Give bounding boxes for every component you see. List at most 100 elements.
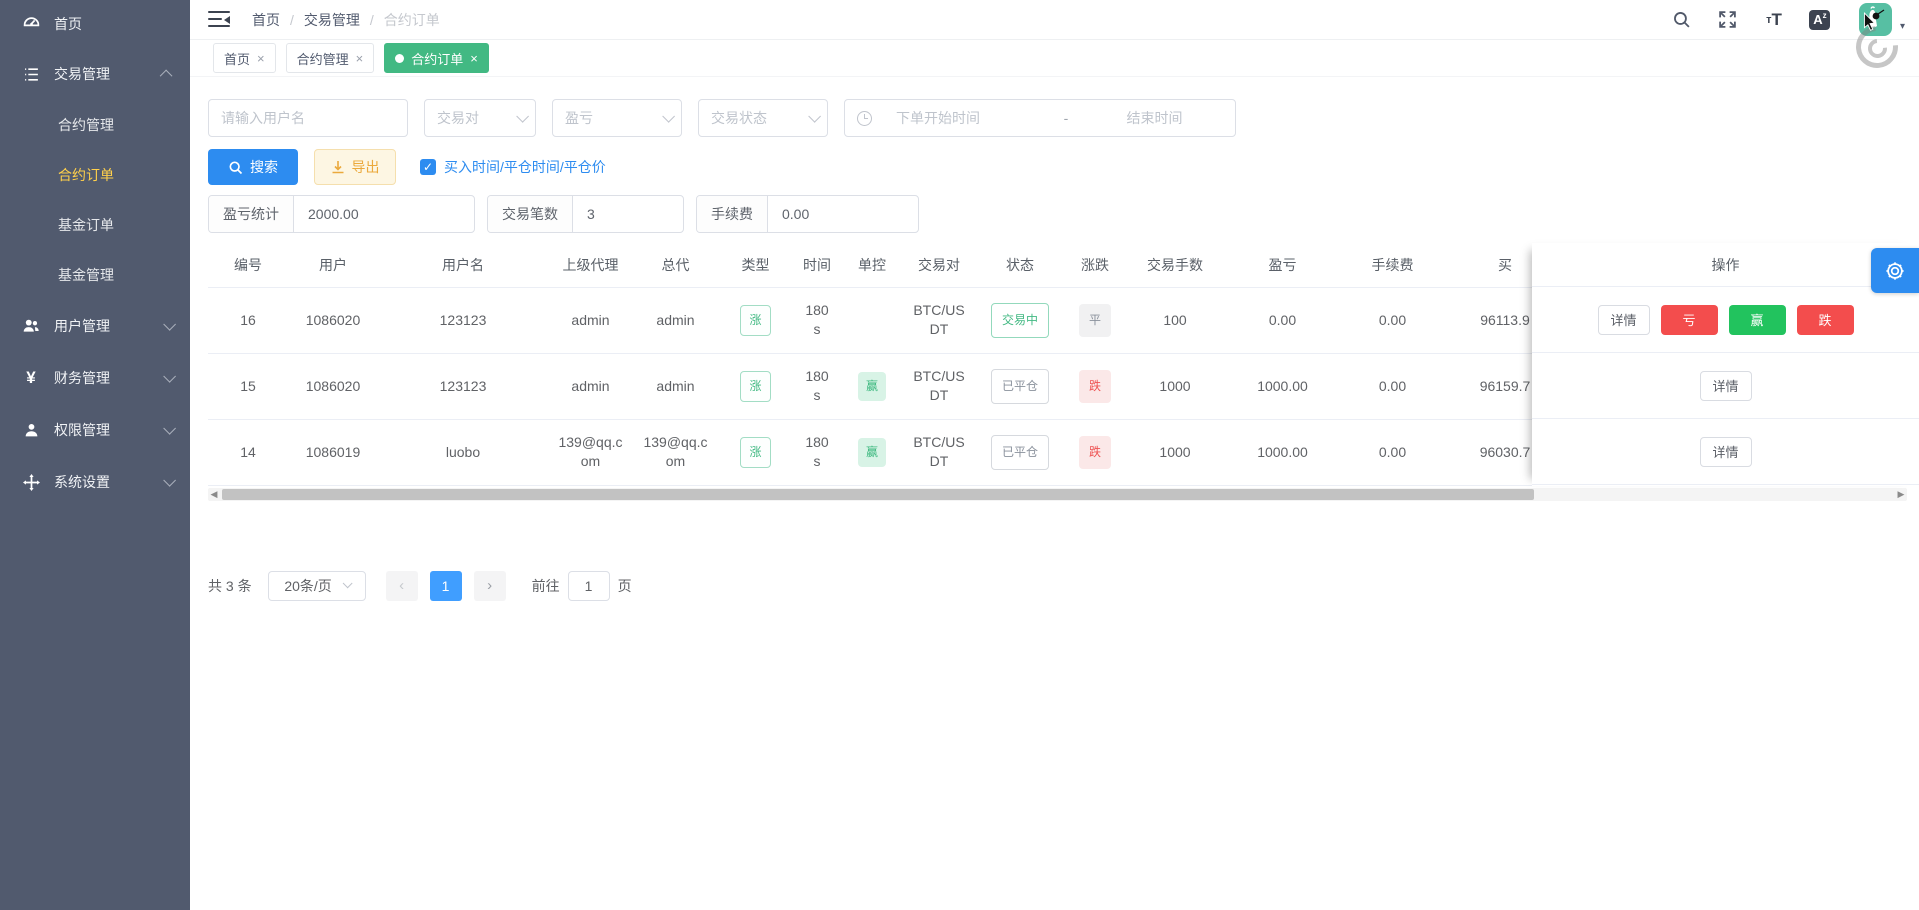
detail-button[interactable]: 详情 — [1700, 437, 1752, 467]
sidebar-item-home[interactable]: 首页 — [0, 0, 190, 48]
cell-id: 15 — [208, 353, 288, 419]
cell-control — [841, 287, 903, 353]
status-select[interactable]: 交易状态 — [698, 99, 828, 137]
cell-pair: BTC/USDT — [903, 287, 975, 353]
font-size-icon[interactable]: тT — [1763, 9, 1785, 31]
force-down-button[interactable]: 跌 — [1797, 305, 1854, 335]
checkbox-checked-icon[interactable]: ✓ — [420, 159, 436, 175]
breadcrumb: 首页 / 交易管理 / 合约订单 — [252, 10, 440, 30]
col-lots: 交易手数 — [1125, 243, 1225, 287]
close-icon[interactable]: × — [356, 51, 364, 66]
sidebar-item-users[interactable]: 用户管理 — [0, 300, 190, 352]
select-placeholder: 交易状态 — [711, 108, 800, 128]
horizontal-scrollbar[interactable]: ◀ ▶ — [208, 488, 1907, 501]
cell-profit: 1000.00 — [1225, 353, 1340, 419]
profit-total-group: 盈亏统计 2000.00 — [208, 195, 475, 233]
status-tag: 已平仓 — [991, 435, 1049, 470]
updown-tag: 平 — [1079, 304, 1111, 337]
sidebar-item-permission[interactable]: 权限管理 — [0, 404, 190, 456]
type-tag: 涨 — [740, 437, 770, 468]
prev-page-button[interactable]: ‹ — [386, 571, 418, 601]
table-row: 15 1086020 123123 admin admin 涨 180 s 赢 … — [208, 353, 1565, 419]
breadcrumb-trade[interactable]: 交易管理 — [304, 10, 360, 30]
col-id: 编号 — [208, 243, 288, 287]
cell-lots: 1000 — [1125, 353, 1225, 419]
cell-lots: 1000 — [1125, 419, 1225, 485]
fullscreen-icon[interactable] — [1717, 9, 1739, 31]
detail-button[interactable]: 详情 — [1598, 305, 1650, 335]
date-range-picker[interactable]: 下单开始时间 - 结束时间 — [844, 99, 1236, 137]
page-size-select[interactable]: 20条/页 — [268, 571, 366, 601]
sidebar-subitem-fund-manage[interactable]: 基金管理 — [0, 250, 190, 300]
translate-icon[interactable]: Az — [1809, 9, 1831, 31]
chevron-down-icon — [163, 370, 176, 383]
top-bar: 首页 / 交易管理 / 合约订单 тT Az ▾ — [190, 0, 1919, 40]
sidebar-subitem-contract-manage[interactable]: 合约管理 — [0, 100, 190, 150]
trade-count-label: 交易笔数 — [488, 196, 573, 232]
dropdown-caret-icon: ▾ — [1900, 21, 1905, 32]
sidebar-subitem-fund-orders[interactable]: 基金订单 — [0, 200, 190, 250]
type-tag: 涨 — [740, 371, 770, 402]
tab-contract-orders[interactable]: 合约订单 × — [384, 43, 489, 73]
operations-row: 详情 亏 赢 跌 — [1532, 287, 1919, 353]
cell-user: 1086020 — [288, 287, 378, 353]
col-pair: 交易对 — [903, 243, 975, 287]
finance-icon: ¥ — [22, 369, 40, 387]
time-columns-checkbox[interactable]: ✓ 买入时间/平仓时间/平仓价 — [420, 157, 606, 177]
cell-profit: 0.00 — [1225, 287, 1340, 353]
sidebar-subitem-contract-orders[interactable]: 合约订单 — [0, 150, 190, 200]
table-row: 16 1086020 123123 admin admin 涨 180 s BT… — [208, 287, 1565, 353]
username-input[interactable] — [208, 99, 408, 137]
updown-tag: 跌 — [1079, 370, 1111, 403]
search-icon[interactable] — [1671, 9, 1693, 31]
settings-fab-button[interactable] — [1871, 248, 1919, 293]
sidebar-item-settings[interactable]: 系统设置 — [0, 456, 190, 508]
total-count: 共 3 条 — [208, 576, 252, 596]
profit-total-value: 2000.00 — [294, 196, 474, 232]
profit-select[interactable]: 盈亏 — [552, 99, 682, 137]
select-placeholder: 交易对 — [437, 108, 508, 128]
cell-time: 180 s — [793, 419, 841, 485]
goto-page-input[interactable] — [568, 571, 610, 601]
cell-agent: admin — [548, 353, 633, 419]
force-win-button[interactable]: 赢 — [1729, 305, 1786, 335]
search-button[interactable]: 搜索 — [208, 149, 298, 185]
col-master: 总代 — [633, 243, 718, 287]
chevron-down-icon — [662, 110, 675, 123]
updown-tag: 跌 — [1079, 436, 1111, 469]
date-start-placeholder: 下单开始时间 — [896, 108, 1046, 128]
trade-icon — [22, 65, 40, 83]
breadcrumb-separator: / — [290, 12, 294, 28]
sidebar-item-trade[interactable]: 交易管理 — [0, 48, 190, 100]
chevron-down-icon — [808, 110, 821, 123]
sidebar-item-finance[interactable]: ¥ 财务管理 — [0, 352, 190, 404]
cell-fee: 0.00 — [1340, 419, 1445, 485]
export-button[interactable]: 导出 — [314, 149, 396, 185]
tab-label: 合约管理 — [297, 49, 349, 68]
tab-home[interactable]: 首页 × — [213, 43, 276, 73]
close-icon[interactable]: × — [470, 51, 478, 66]
pair-select[interactable]: 交易对 — [424, 99, 536, 137]
sidebar-item-label: 系统设置 — [54, 472, 163, 492]
close-icon[interactable]: × — [257, 51, 265, 66]
scroll-left-icon[interactable]: ◀ — [208, 488, 220, 501]
trade-count-group: 交易笔数 3 — [487, 195, 684, 233]
chevron-down-icon — [163, 474, 176, 487]
col-status: 状态 — [975, 243, 1065, 287]
detail-button[interactable]: 详情 — [1700, 371, 1752, 401]
scrollbar-thumb[interactable] — [222, 489, 1534, 500]
cell-fee: 0.00 — [1340, 287, 1445, 353]
cell-username: 123123 — [378, 287, 548, 353]
current-page-button[interactable]: 1 — [430, 571, 462, 601]
control-tag: 赢 — [858, 438, 886, 467]
breadcrumb-home[interactable]: 首页 — [252, 10, 280, 30]
force-lose-button[interactable]: 亏 — [1661, 305, 1718, 335]
scroll-right-icon[interactable]: ▶ — [1895, 488, 1907, 501]
tag-tabs: 首页 × 合约管理 × 合约订单 × — [190, 40, 1919, 77]
collapse-menu-icon[interactable] — [208, 11, 230, 29]
tab-contract-manage[interactable]: 合约管理 × — [286, 43, 375, 73]
col-username: 用户名 — [378, 243, 548, 287]
date-separator: - — [1046, 110, 1086, 126]
clock-icon — [857, 111, 872, 126]
next-page-button[interactable]: › — [474, 571, 506, 601]
